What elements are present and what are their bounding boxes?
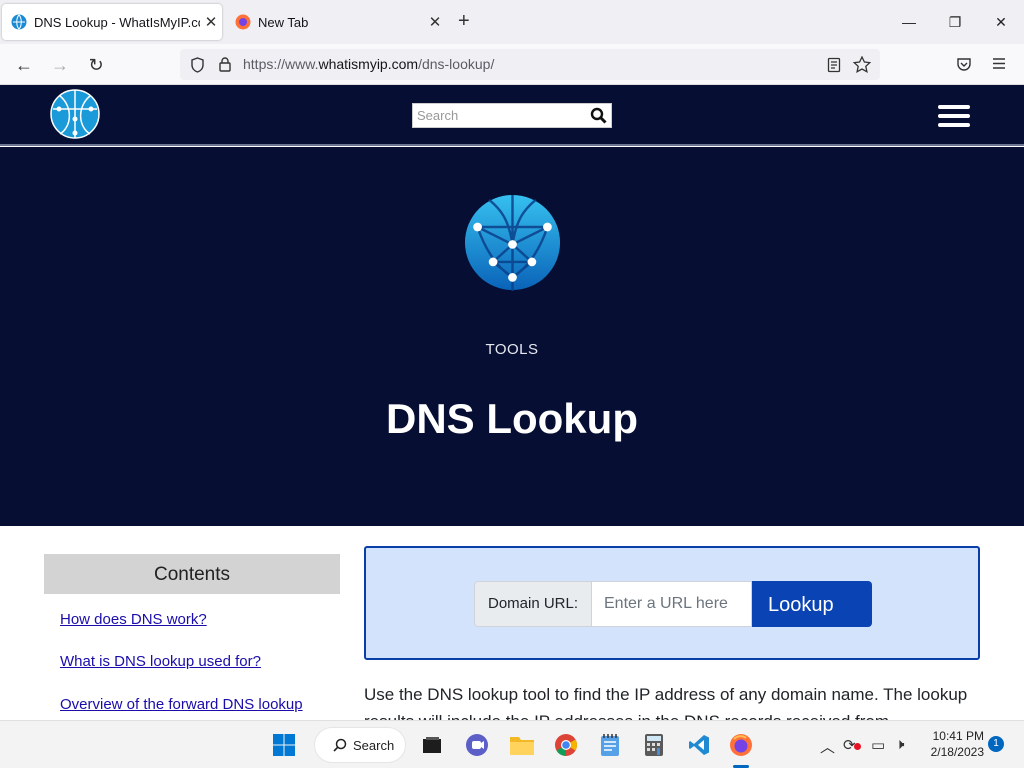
chrome-icon[interactable]	[552, 731, 580, 759]
teams-chat-icon[interactable]	[463, 731, 491, 759]
shield-icon[interactable]	[190, 57, 205, 73]
page-title: DNS Lookup	[386, 395, 638, 442]
close-tab-icon[interactable]: ✕	[200, 13, 222, 31]
tab-dns-lookup[interactable]: DNS Lookup - WhatIsMyIP.com ✕	[2, 4, 222, 40]
dns-lookup-form: Domain URL: Enter a URL here Lookup	[364, 546, 980, 660]
forward-arrow-icon[interactable]: →	[47, 52, 73, 78]
globe-network-icon	[464, 194, 561, 291]
calculator-icon[interactable]	[640, 731, 668, 759]
tab-title: New Tab	[258, 14, 309, 30]
tab-title: DNS Lookup - WhatIsMyIP.com	[34, 14, 200, 30]
network-icon[interactable]: ▭	[871, 736, 885, 754]
system-clock[interactable]: 10:41 PM 2/18/2023	[924, 728, 984, 760]
pocket-icon[interactable]	[956, 56, 972, 72]
back-arrow-icon[interactable]: ←	[11, 52, 37, 78]
minimize-icon[interactable]: ―	[886, 0, 932, 44]
browser-toolbar: ← → ↻ https://www.whatismyip.com/dns-loo…	[0, 44, 1024, 85]
address-bar[interactable]: https://www.whatismyip.com/dns-lookup/	[180, 49, 880, 80]
search-icon	[333, 738, 347, 752]
lock-icon[interactable]	[218, 56, 232, 73]
lookup-button[interactable]: Lookup	[752, 581, 872, 627]
url-path: /dns-lookup/	[418, 56, 495, 72]
volume-muted-icon[interactable]: 🕨	[895, 736, 904, 753]
url-text[interactable]: https://www.whatismyip.com/dns-lookup/	[243, 56, 494, 72]
tab-new-tab[interactable]: New Tab ✕	[226, 4, 446, 40]
toc-link-how-dns-works[interactable]: How does DNS work?	[60, 611, 207, 628]
sync-icon[interactable]: ⟳	[843, 736, 861, 754]
browser-tab-strip: DNS Lookup - WhatIsMyIP.com ✕ New Tab ✕ …	[0, 0, 1024, 44]
app-menu-icon[interactable]	[992, 57, 1006, 70]
restore-icon[interactable]: ❐	[932, 0, 978, 44]
hamburger-menu-icon[interactable]	[938, 105, 970, 127]
domain-input-group: Domain URL: Enter a URL here Lookup	[474, 581, 872, 627]
notepad-icon[interactable]	[596, 731, 624, 759]
hero-section: TOOLS DNS Lookup	[0, 147, 1024, 526]
file-explorer-icon[interactable]	[508, 731, 536, 759]
close-tab-icon[interactable]: ✕	[424, 13, 446, 31]
bookmark-star-icon[interactable]	[853, 56, 871, 73]
vscode-icon[interactable]	[685, 731, 713, 759]
domain-url-label: Domain URL:	[474, 581, 592, 627]
site-search-input[interactable]	[413, 104, 583, 127]
close-window-icon[interactable]: ✕	[978, 0, 1024, 44]
notification-badge[interactable]: 1	[988, 736, 1004, 752]
firefox-icon[interactable]	[727, 731, 755, 759]
site-header	[0, 85, 1024, 146]
site-logo-icon[interactable]	[50, 89, 100, 139]
globe-favicon-icon	[11, 14, 27, 30]
clock-date: 2/18/2023	[930, 745, 984, 759]
hero-kicker: TOOLS	[485, 341, 539, 358]
chevron-up-icon[interactable]: ︿	[820, 736, 835, 757]
contents-heading: Contents	[44, 554, 340, 594]
url-domain: whatismyip.com	[318, 56, 419, 72]
task-view-icon[interactable]	[418, 731, 446, 759]
windows-start-icon[interactable]	[270, 731, 298, 759]
taskbar-search-label: Search	[353, 737, 395, 753]
taskbar-search[interactable]: Search	[314, 727, 406, 763]
new-tab-plus-icon[interactable]: +	[458, 10, 470, 32]
site-search	[412, 103, 612, 128]
windows-taskbar: Search ︿ ⟳ ▭ 🕨 10:41 PM 2/18/2023 1	[0, 720, 1024, 768]
reader-view-icon[interactable]	[827, 57, 841, 73]
firefox-favicon-icon	[235, 14, 251, 30]
reload-icon[interactable]: ↻	[83, 52, 109, 78]
search-icon[interactable]	[590, 107, 607, 124]
domain-url-input[interactable]: Enter a URL here	[592, 581, 752, 627]
clock-time: 10:41 PM	[932, 729, 984, 743]
url-prefix: https://www.	[243, 56, 319, 72]
toc-link-dns-lookup-used-for[interactable]: What is DNS lookup used for?	[60, 653, 261, 670]
